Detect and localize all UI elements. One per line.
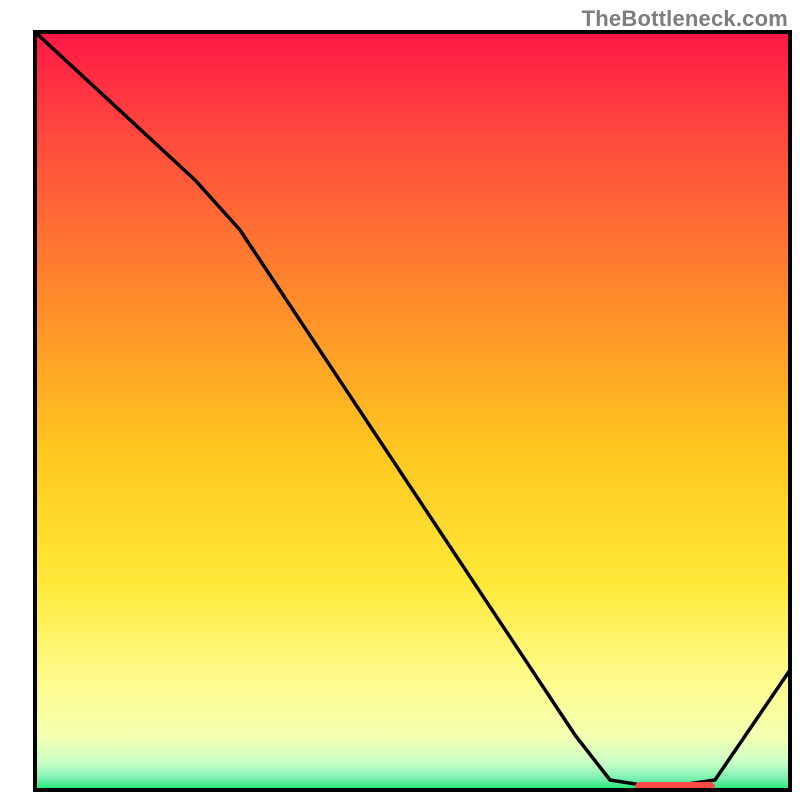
chart-container: TheBottleneck.com: [0, 0, 800, 800]
bottleneck-chart: [0, 0, 800, 800]
background-gradient: [35, 32, 790, 790]
